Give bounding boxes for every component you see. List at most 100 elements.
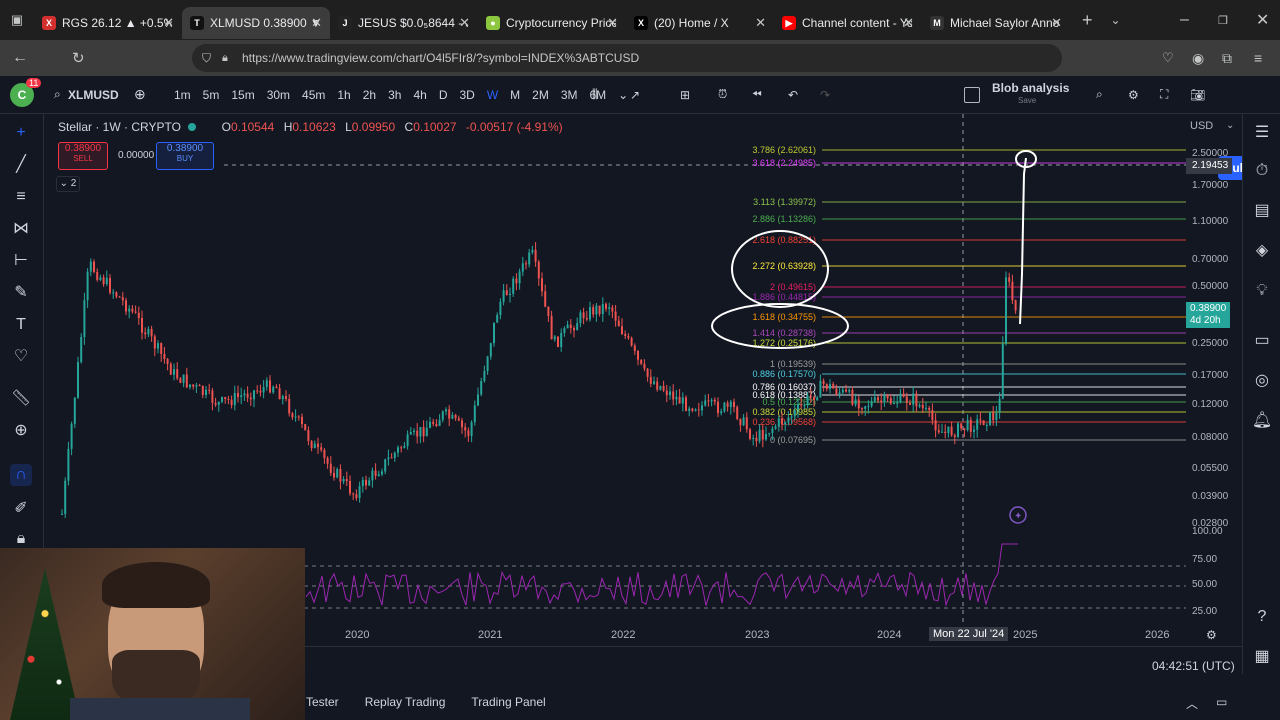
browser-tab[interactable]: M Michael Saylor Annou ✕ bbox=[922, 7, 1070, 39]
data-window-icon[interactable]: ▤ bbox=[1251, 200, 1273, 222]
layout-checkbox[interactable] bbox=[964, 86, 980, 103]
legend-title[interactable]: Stellar · 1W · CRYPTO bbox=[58, 120, 181, 134]
buy-button[interactable]: 0.38900 BUY bbox=[156, 142, 214, 170]
browser-tab[interactable]: ▶ Channel content - You ✕ bbox=[774, 7, 922, 39]
account-icon[interactable]: ◉ bbox=[1192, 50, 1204, 67]
timeframe-30m[interactable]: 30m bbox=[261, 88, 296, 102]
timeframe-3d[interactable]: 3D bbox=[453, 88, 480, 102]
currency-selector[interactable]: USD bbox=[1190, 120, 1213, 132]
brush-icon[interactable]: ✎ bbox=[10, 282, 32, 304]
tab-close-icon[interactable]: ✕ bbox=[311, 15, 322, 31]
browser-tab[interactable]: T XLMUSD 0.38900 ▼ - ✕ bbox=[182, 7, 330, 39]
candle-body bbox=[976, 419, 979, 430]
lock-drawings-icon[interactable]: ✐ bbox=[10, 498, 32, 520]
indicator-toggle[interactable]: ⌄ 2 bbox=[56, 176, 80, 192]
quick-search-icon[interactable]: ⌕ bbox=[1096, 87, 1103, 102]
tab-close-icon[interactable]: ✕ bbox=[755, 15, 766, 31]
templates-icon[interactable]: ⊞ bbox=[680, 88, 690, 102]
collapse-panel-icon[interactable]: ︿ bbox=[1186, 695, 1198, 712]
chat-icon[interactable]: ▭ bbox=[1251, 330, 1273, 352]
tab-close-icon[interactable]: ✕ bbox=[459, 15, 470, 31]
new-tab-button[interactable]: + bbox=[1082, 10, 1093, 31]
maximize-panel-icon[interactable]: ▭ bbox=[1216, 695, 1227, 709]
indicators-icon[interactable]: ↗ bbox=[630, 88, 640, 102]
settings-icon[interactable]: ⚙︎ bbox=[1128, 88, 1139, 102]
layout-save[interactable]: Save bbox=[1018, 96, 1036, 105]
fib-icon[interactable]: ≡ bbox=[10, 186, 32, 208]
browser-tab[interactable]: X RGS 26.12 ▲ +0.5% Bl✕ bbox=[34, 7, 182, 39]
timeframe-1m[interactable]: 1m bbox=[168, 88, 197, 102]
timeframe-w[interactable]: W bbox=[481, 88, 504, 102]
favorites-icon[interactable]: ♡ bbox=[10, 346, 32, 368]
layout-name[interactable]: Blob analysis bbox=[992, 81, 1069, 95]
tab-close-icon[interactable]: ✕ bbox=[163, 15, 174, 31]
notifications-icon[interactable]: 🔔︎ bbox=[1251, 410, 1273, 432]
menu-icon[interactable]: ≡ bbox=[1254, 50, 1262, 66]
url-field[interactable]: ⛉ 🔒︎ https://www.tradingview.com/chart/O… bbox=[192, 44, 1062, 72]
tab-close-icon[interactable]: ✕ bbox=[607, 15, 618, 31]
trendline-icon[interactable]: ╱ bbox=[10, 154, 32, 176]
text-icon[interactable]: T bbox=[10, 314, 32, 336]
alerts-clock-icon[interactable]: ⏱︎ bbox=[1251, 160, 1273, 182]
candle-body bbox=[825, 383, 828, 389]
clock[interactable]: 04:42:51 (UTC) bbox=[1152, 659, 1235, 673]
ideas-icon[interactable]: 💡︎ bbox=[1251, 280, 1273, 302]
bottom-tab-replay-trading[interactable]: Replay Trading bbox=[365, 695, 446, 709]
zoom-icon[interactable]: ⊕ bbox=[10, 420, 32, 442]
sell-button[interactable]: 0.38900 SELL bbox=[58, 142, 108, 170]
minimize-icon[interactable]: – bbox=[1180, 11, 1189, 29]
pocket-icon[interactable]: ♡ bbox=[1162, 50, 1174, 66]
watchlist-icon[interactable]: ☰ bbox=[1251, 122, 1273, 144]
time-axis-settings-icon[interactable]: ⚙︎ bbox=[1206, 628, 1217, 642]
tab-menu-icon[interactable]: ▣ bbox=[0, 12, 34, 28]
timeframe-1h[interactable]: 1h bbox=[331, 88, 356, 102]
timeframe-2m[interactable]: 2M bbox=[526, 88, 555, 102]
timeframe-5m[interactable]: 5m bbox=[197, 88, 226, 102]
browser-tab[interactable]: J JESUS $0.0₅8644 - Jesu✕ bbox=[330, 7, 478, 39]
extensions-icon[interactable]: ⧉ bbox=[1222, 50, 1232, 67]
replay-icon[interactable]: ⏪︎ bbox=[752, 87, 762, 102]
signals-icon[interactable]: ◎ bbox=[1251, 370, 1273, 392]
candle-body bbox=[496, 314, 499, 323]
bottom-tab-tester[interactable]: Tester bbox=[306, 695, 339, 709]
tab-close-icon[interactable]: ✕ bbox=[1051, 15, 1062, 31]
time-axis[interactable]: 2020 2021 2022 2023 2024 Mon 22 Jul '24 2025 20… bbox=[305, 624, 1240, 646]
timeframe-d[interactable]: D bbox=[433, 88, 454, 102]
timeframe-6m[interactable]: 6M bbox=[584, 88, 613, 102]
measure-icon[interactable]: ⊢ bbox=[10, 250, 32, 272]
undo-icon[interactable]: ↶ bbox=[788, 88, 798, 102]
compare-add-icon[interactable]: ⊕ bbox=[134, 86, 146, 103]
timeframe-2h[interactable]: 2h bbox=[357, 88, 382, 102]
symbol-search-icon[interactable]: ⌕ bbox=[54, 87, 61, 102]
timeframe-3m[interactable]: 3M bbox=[555, 88, 584, 102]
browser-tab[interactable]: X (20) Home / X ✕ bbox=[626, 7, 774, 39]
alert-icon[interactable]: ⏰︎ bbox=[718, 87, 727, 102]
crosshair-icon[interactable]: + bbox=[10, 122, 32, 144]
timeframe-45m[interactable]: 45m bbox=[296, 88, 331, 102]
price-scale[interactable]: USD ⌄ 2.19453 0.38900 4d 20h 2.50000 1.70… bbox=[1186, 114, 1242, 624]
reload-icon[interactable]: ↻ bbox=[72, 49, 85, 67]
restore-icon[interactable]: ❐ bbox=[1218, 14, 1228, 27]
pattern-icon[interactable]: ⋈ bbox=[10, 218, 32, 240]
camera-icon[interactable]: 📷︎ bbox=[1190, 88, 1205, 102]
trash-icon[interactable]: 🔒︎ bbox=[10, 528, 32, 550]
layers-icon[interactable]: ◈ bbox=[1251, 240, 1273, 262]
timeframe-3h[interactable]: 3h bbox=[382, 88, 407, 102]
browser-tab[interactable]: ● Cryptocurrency Prices ✕ bbox=[478, 7, 626, 39]
bottom-tab-trading-panel[interactable]: Trading Panel bbox=[471, 695, 545, 709]
back-icon[interactable]: ← bbox=[12, 49, 28, 67]
timeframe-4h[interactable]: 4h bbox=[407, 88, 432, 102]
help-icon[interactable]: ? bbox=[1251, 606, 1273, 628]
panel-icon[interactable]: ▦ bbox=[1251, 646, 1273, 668]
bar-type-icon[interactable]: ⫼ bbox=[592, 87, 598, 102]
tab-search-icon[interactable]: ⌄ bbox=[1111, 13, 1121, 27]
timeframe-15m[interactable]: 15m bbox=[225, 88, 260, 102]
ruler-icon[interactable]: 📏︎ bbox=[10, 388, 32, 410]
timeframe-m[interactable]: M bbox=[504, 88, 526, 102]
magnet-icon[interactable]: ∩ bbox=[10, 464, 32, 486]
fullscreen-icon[interactable]: ⛶ bbox=[1160, 87, 1168, 102]
redo-icon[interactable]: ↷ bbox=[820, 88, 830, 102]
tab-close-icon[interactable]: ✕ bbox=[903, 15, 914, 31]
close-window-icon[interactable]: ✕ bbox=[1256, 10, 1269, 30]
symbol-button[interactable]: XLMUSD bbox=[68, 88, 119, 102]
